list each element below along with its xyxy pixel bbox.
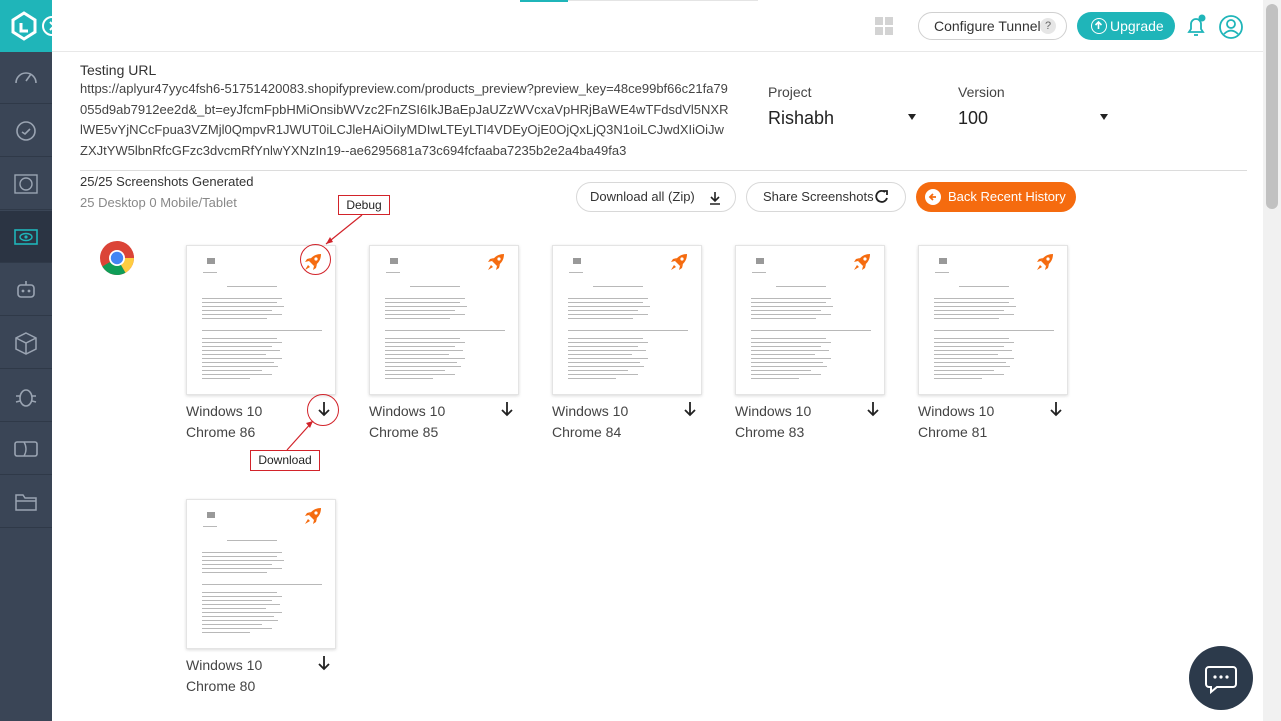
annotation-arrows [286, 214, 363, 451]
chat-button[interactable] [1189, 646, 1253, 710]
app-root: Configure Tunnel ? Upgrade Testing URL h… [0, 0, 1281, 721]
chat-icon [1205, 666, 1237, 695]
